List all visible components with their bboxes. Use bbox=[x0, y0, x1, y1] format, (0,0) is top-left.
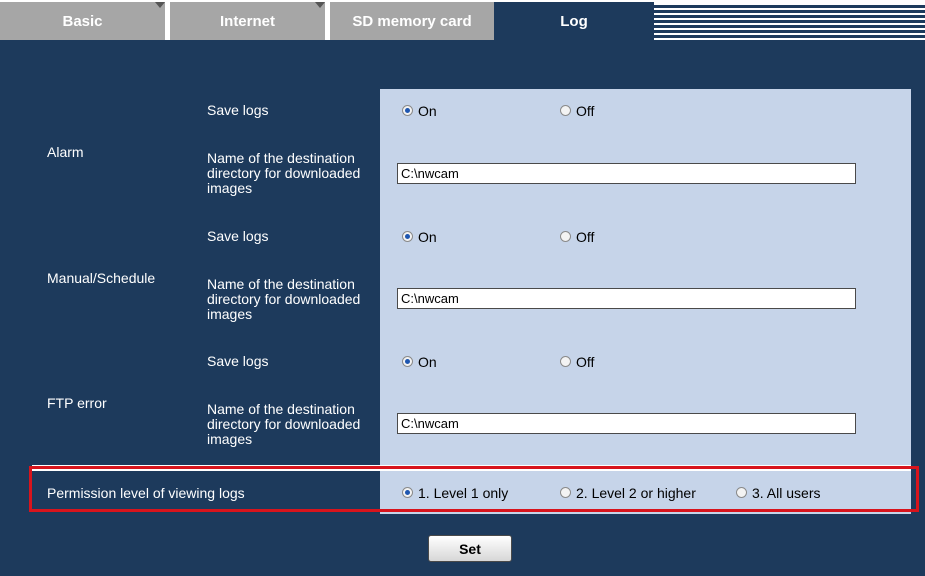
tab-internet-label: Internet bbox=[219, 12, 275, 30]
set-button[interactable]: Set bbox=[428, 535, 512, 562]
permission-level-2-radio[interactable]: 2. Level 2 or higher bbox=[560, 485, 696, 501]
manual-schedule-group-label: Manual/Schedule bbox=[32, 215, 199, 340]
radio-label: 1. Level 1 only bbox=[418, 484, 509, 501]
ftp-error-directory-input[interactable] bbox=[397, 413, 856, 434]
group-name: Manual/Schedule bbox=[47, 269, 156, 286]
radio-selected-icon[interactable] bbox=[402, 356, 413, 367]
tab-bar: Basic Internet SD memory card Log bbox=[0, 0, 925, 40]
group-name: FTP error bbox=[47, 394, 107, 411]
manual-schedule-save-logs-on-radio[interactable]: On bbox=[402, 229, 437, 245]
ftp-error-save-logs-on-radio[interactable]: On bbox=[402, 354, 437, 370]
tab-notch bbox=[155, 2, 165, 8]
permission-all-users-radio[interactable]: 3. All users bbox=[736, 485, 820, 501]
alarm-save-logs-value: On Off bbox=[380, 89, 911, 132]
radio-label: On bbox=[418, 228, 437, 245]
set-button-label: Set bbox=[459, 540, 481, 557]
radio-unselected-icon[interactable] bbox=[560, 105, 571, 116]
radio-unselected-icon[interactable] bbox=[560, 487, 571, 498]
log-settings-table: Alarm Save logs On Off Name of the desti… bbox=[32, 89, 911, 514]
row-label: Name of the destination directory for do… bbox=[207, 150, 361, 196]
radio-label: 3. All users bbox=[752, 484, 821, 501]
permission-level-1-radio[interactable]: 1. Level 1 only bbox=[402, 485, 508, 501]
manual-schedule-directory-label: Name of the destination directory for do… bbox=[199, 258, 380, 340]
tab-basic[interactable]: Basic bbox=[0, 2, 165, 40]
radio-label: On bbox=[418, 102, 437, 119]
radio-label: Off bbox=[576, 228, 595, 245]
radio-selected-icon[interactable] bbox=[402, 231, 413, 242]
radio-label: 2. Level 2 or higher bbox=[576, 484, 696, 501]
manual-schedule-directory-input[interactable] bbox=[397, 288, 856, 309]
alarm-save-logs-off-radio[interactable]: Off bbox=[560, 103, 594, 119]
alarm-directory-label: Name of the destination directory for do… bbox=[199, 132, 380, 215]
group-name: Alarm bbox=[47, 144, 84, 160]
manual-schedule-save-logs-value: On Off bbox=[380, 215, 911, 258]
radio-unselected-icon[interactable] bbox=[560, 231, 571, 242]
row-label: Name of the destination directory for do… bbox=[207, 275, 361, 322]
ftp-error-save-logs-off-radio[interactable]: Off bbox=[560, 354, 594, 370]
ftp-error-directory-label: Name of the destination directory for do… bbox=[199, 383, 380, 465]
permission-level-value: 1. Level 1 only 2. Level 2 or higher 3. … bbox=[380, 471, 911, 514]
ftp-error-directory-value bbox=[380, 383, 911, 465]
row-label: Save logs bbox=[207, 353, 269, 369]
row-label: Save logs bbox=[207, 102, 269, 118]
tab-log[interactable]: Log bbox=[494, 2, 654, 40]
manual-schedule-save-logs-off-radio[interactable]: Off bbox=[560, 229, 594, 245]
tab-notch bbox=[315, 2, 325, 8]
alarm-group-label: Alarm bbox=[32, 89, 199, 215]
tab-basic-label: Basic bbox=[62, 12, 103, 30]
alarm-directory-value bbox=[380, 132, 911, 215]
permission-level-label: Permission level of viewing logs bbox=[32, 471, 380, 514]
radio-label: Off bbox=[576, 102, 595, 119]
tab-bar-stripes bbox=[654, 5, 925, 40]
manual-schedule-save-logs-label: Save logs bbox=[199, 215, 380, 258]
ftp-error-save-logs-value: On Off bbox=[380, 340, 911, 383]
radio-unselected-icon[interactable] bbox=[560, 356, 571, 367]
radio-selected-icon[interactable] bbox=[402, 105, 413, 116]
alarm-directory-input[interactable] bbox=[397, 163, 856, 184]
radio-selected-icon[interactable] bbox=[402, 487, 413, 498]
ftp-error-save-logs-label: Save logs bbox=[199, 340, 380, 383]
manual-schedule-directory-value bbox=[380, 258, 911, 340]
row-label: Name of the destination directory for do… bbox=[207, 400, 361, 447]
tab-log-label: Log bbox=[560, 12, 588, 30]
alarm-save-logs-on-radio[interactable]: On bbox=[402, 103, 437, 119]
radio-label: Off bbox=[576, 353, 595, 370]
tab-internet[interactable]: Internet bbox=[170, 2, 325, 40]
ftp-error-group-label: FTP error bbox=[32, 340, 199, 465]
row-label: Save logs bbox=[207, 228, 269, 244]
radio-unselected-icon[interactable] bbox=[736, 487, 747, 498]
radio-label: On bbox=[418, 353, 437, 370]
tab-sd-memory-card-label: SD memory card bbox=[352, 12, 472, 30]
row-label: Permission level of viewing logs bbox=[47, 484, 245, 501]
alarm-save-logs-label: Save logs bbox=[199, 89, 380, 132]
tab-sd-memory-card[interactable]: SD memory card bbox=[330, 2, 494, 40]
